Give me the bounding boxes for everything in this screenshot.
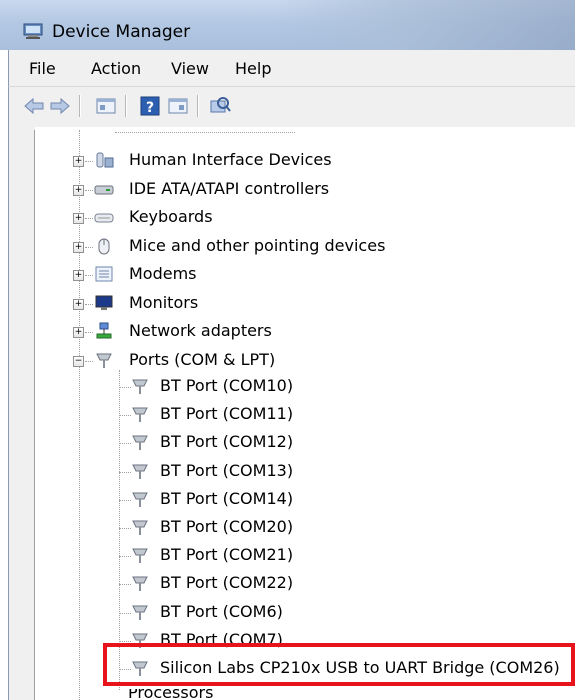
expand-icon[interactable]: + xyxy=(73,156,84,167)
tree-device-item[interactable]: BT Port (COM22) xyxy=(0,570,575,598)
port-icon xyxy=(132,464,148,479)
tree-device-item[interactable]: BT Port (COM14) xyxy=(0,486,575,514)
toolbar-separator xyxy=(125,95,127,117)
show-hide-icon[interactable] xyxy=(167,95,189,117)
title-bar-background xyxy=(275,0,575,50)
tree-category-item[interactable]: Processors xyxy=(100,689,300,700)
hid-icon xyxy=(96,152,114,168)
tree-device-label: BT Port (COM11) xyxy=(160,404,294,423)
network-icon xyxy=(96,322,112,339)
tree-category-item[interactable]: − Ports (COM & LPT) xyxy=(0,347,575,375)
svg-text:?: ? xyxy=(146,100,154,116)
highlight-box xyxy=(103,643,575,686)
tree-device-label: BT Port (COM14) xyxy=(160,489,294,508)
port-icon xyxy=(132,520,148,535)
tree-category-label: Processors xyxy=(128,689,214,700)
tree-device-label: BT Port (COM12) xyxy=(160,432,294,451)
tree-clipped-line xyxy=(115,132,295,133)
tree-category-label: Monitors xyxy=(129,293,199,312)
tree-device-label: BT Port (COM10) xyxy=(160,376,294,395)
port-icon xyxy=(132,435,148,450)
tree-connector xyxy=(85,275,93,276)
port-icon xyxy=(132,492,148,507)
tree-category-label: Modems xyxy=(129,264,197,283)
device-manager-icon xyxy=(23,23,43,39)
back-icon[interactable] xyxy=(23,95,45,117)
tree-category-label: Keyboards xyxy=(129,207,213,226)
tree-device-label: BT Port (COM13) xyxy=(160,461,294,480)
port-icon xyxy=(132,605,148,620)
tree-connector xyxy=(85,161,93,162)
tree-device-item[interactable]: BT Port (COM20) xyxy=(0,514,575,542)
tree-device-item[interactable]: BT Port (COM13) xyxy=(0,458,575,486)
tree-device-label: BT Port (COM22) xyxy=(160,573,294,592)
ide-icon xyxy=(94,185,114,195)
tree-category-item[interactable]: + Monitors xyxy=(0,290,575,318)
tree-connector xyxy=(85,247,93,248)
tree-device-item[interactable]: BT Port (COM21) xyxy=(0,542,575,570)
help-icon[interactable]: ? xyxy=(139,95,161,117)
tree-category-label: Human Interface Devices xyxy=(129,150,332,169)
tree-category-item[interactable]: + Mice and other pointing devices xyxy=(0,233,575,261)
menu-file[interactable]: File xyxy=(29,59,56,78)
window-title: Device Manager xyxy=(52,22,191,42)
menu-view[interactable]: View xyxy=(171,59,209,78)
modem-icon xyxy=(95,266,113,282)
collapse-icon[interactable]: − xyxy=(73,356,84,367)
tree-device-item[interactable]: BT Port (COM10) xyxy=(0,373,575,401)
keyboard-icon xyxy=(94,213,114,223)
port-icon xyxy=(132,379,148,394)
mouse-icon xyxy=(98,238,110,255)
tree-category-label: Network adapters xyxy=(129,321,272,340)
tree-category-item[interactable]: + Human Interface Devices xyxy=(0,147,575,175)
expand-icon[interactable]: + xyxy=(73,242,84,253)
expand-icon[interactable]: + xyxy=(73,299,84,310)
toolbar: ? xyxy=(8,86,575,127)
menu-help[interactable]: Help xyxy=(235,59,271,78)
tree-device-item[interactable]: BT Port (COM6) xyxy=(0,599,575,627)
tree-connector xyxy=(85,361,93,362)
title-bar[interactable]: Device Manager xyxy=(0,0,575,50)
scan-hardware-icon[interactable] xyxy=(209,95,231,117)
tree-category-item[interactable]: + Modems xyxy=(0,261,575,289)
port-icon xyxy=(96,353,112,368)
expand-icon[interactable]: + xyxy=(73,327,84,338)
tree-connector xyxy=(85,332,93,333)
port-icon xyxy=(132,576,148,591)
tree-device-item[interactable]: BT Port (COM12) xyxy=(0,429,575,457)
port-icon xyxy=(132,548,148,563)
tree-device-label: BT Port (COM6) xyxy=(160,602,283,621)
tree-category-label: IDE ATA/ATAPI controllers xyxy=(129,179,330,198)
port-icon xyxy=(132,407,148,422)
menu-action[interactable]: Action xyxy=(91,59,141,78)
tree-device-label: BT Port (COM21) xyxy=(160,545,294,564)
menu-bar: File Action View Help xyxy=(8,50,575,86)
toolbar-separator xyxy=(197,95,199,117)
expand-icon[interactable]: + xyxy=(73,213,84,224)
device-manager-window: Device Manager File Action View Help ? +… xyxy=(0,0,575,700)
tree-connector xyxy=(85,304,93,305)
tree-device-item[interactable]: BT Port (COM11) xyxy=(0,401,575,429)
tree-category-label: Ports (COM & LPT) xyxy=(129,350,276,369)
tree-category-label: Mice and other pointing devices xyxy=(129,236,386,255)
monitor-icon xyxy=(95,295,113,310)
tree-connector xyxy=(85,190,93,191)
tree-connector xyxy=(85,218,93,219)
tree-device-label: BT Port (COM20) xyxy=(160,517,294,536)
forward-icon[interactable] xyxy=(49,95,71,117)
expand-icon[interactable]: + xyxy=(73,185,84,196)
expand-icon[interactable]: + xyxy=(73,270,84,281)
tree-category-item[interactable]: + Network adapters xyxy=(0,318,575,346)
toolbar-separator xyxy=(79,95,81,117)
properties-icon[interactable] xyxy=(95,95,117,117)
tree-category-item[interactable]: + IDE ATA/ATAPI controllers xyxy=(0,176,575,204)
tree-category-item[interactable]: + Keyboards xyxy=(0,204,575,232)
